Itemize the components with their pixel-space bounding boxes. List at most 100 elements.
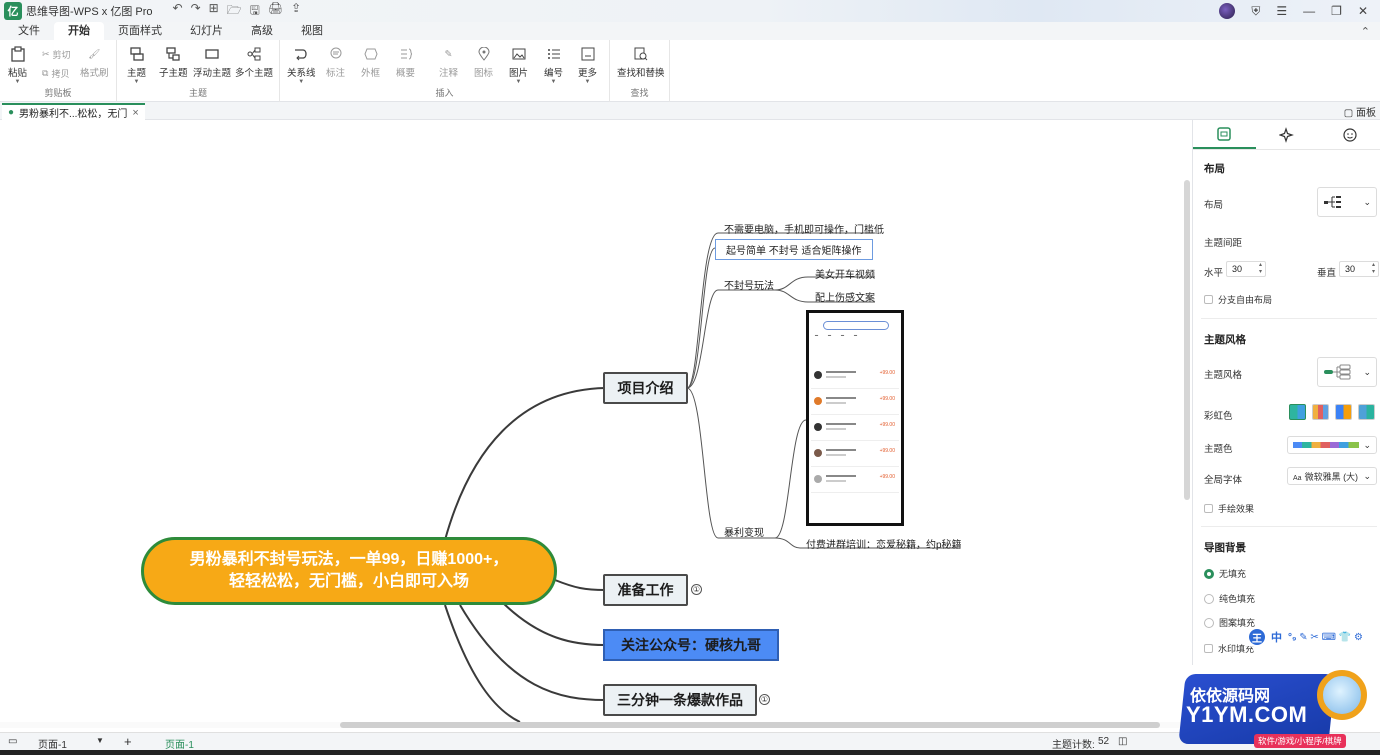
close-icon[interactable]: ✕ [1358, 4, 1368, 18]
theme-style-select[interactable]: ⌄ [1317, 357, 1377, 387]
note-button[interactable]: ✎ 注释 [439, 46, 458, 80]
boundary-button[interactable]: 外框 [361, 46, 380, 79]
ime-mode[interactable]: 中 [1271, 629, 1282, 645]
ribbon-collapse-icon[interactable]: ⌃ [1361, 25, 1370, 38]
minimize-icon[interactable]: — [1303, 4, 1315, 18]
chevron-down-icon[interactable]: ▼ [96, 736, 104, 745]
leaf-no-ban[interactable]: 不封号玩法 [724, 277, 774, 292]
document-tabs: ● 男粉暴利不...松松，无门 × ▢ 面板 [0, 102, 1380, 120]
leaf-monetize[interactable]: 暴利变现 [724, 524, 764, 539]
tab-home[interactable]: 开始 [54, 22, 104, 40]
collapse-badge[interactable]: ① [759, 694, 770, 705]
relation-button[interactable]: 关系线 ▼ [287, 46, 316, 85]
avatar[interactable] [1219, 3, 1236, 19]
leaf-easy-start[interactable]: 起号简单 不封号 适合矩阵操作 [715, 239, 873, 260]
rainbow-option-2[interactable] [1312, 404, 1329, 420]
document-tab[interactable]: ● 男粉暴利不...松松，无门 × [2, 103, 145, 120]
rainbow-option-3[interactable] [1335, 404, 1352, 420]
main-topic-button[interactable]: 主题 ▼ [127, 46, 146, 85]
mindmap-canvas[interactable]: 男粉暴利不封号玩法，一单99，日赚1000+， 轻轻松松，无门槛，小白即可入场 … [0, 120, 1192, 732]
leaf-car-video[interactable]: 美女开车视频 [815, 266, 875, 281]
open-icon[interactable]: 🗁 [227, 1, 242, 22]
rainbow-option-4[interactable] [1358, 404, 1375, 420]
chevron-down-icon: ▼ [133, 79, 140, 85]
floating-topic-button[interactable]: 浮动主题 [193, 46, 231, 79]
tab-format[interactable] [1193, 120, 1256, 149]
chevron-down-icon: ▼ [14, 79, 21, 85]
restore-icon[interactable]: ❐ [1331, 4, 1342, 18]
pen-icon: ✎ [444, 48, 453, 60]
scrollbar-thumb[interactable] [340, 722, 1160, 728]
page-list-icon[interactable]: ▭ [8, 736, 17, 747]
floating-topic-icon [204, 46, 220, 62]
multi-topic-icon [246, 46, 262, 62]
panel-toggle-button[interactable]: ▢ 面板 [1344, 104, 1376, 119]
paste-button[interactable]: 粘贴 ▼ [8, 46, 27, 85]
ime-logo-icon[interactable]: 王 [1249, 629, 1265, 645]
shield-icon[interactable]: ⛨ [1251, 4, 1260, 19]
icon-button[interactable]: 图标 [474, 46, 493, 79]
topic-follow-account[interactable]: 关注公众号：硬核九哥 [603, 629, 779, 661]
vertical-spacing-input[interactable]: 30 [1339, 261, 1379, 277]
undo-icon[interactable]: ↶ [173, 1, 183, 22]
image-button[interactable]: 图片 ▼ [509, 46, 528, 85]
vertical-scrollbar[interactable] [1184, 180, 1190, 500]
tab-page-style[interactable]: 页面样式 [104, 22, 176, 40]
save-icon[interactable]: 🖫 [250, 1, 260, 22]
book-view-icon[interactable]: ◫ [1118, 736, 1127, 747]
root-topic[interactable]: 男粉暴利不封号玩法，一单99，日赚1000+， 轻轻松松，无门槛，小白即可入场 [141, 537, 557, 605]
new-icon[interactable]: ⊞ [209, 1, 219, 22]
rainbow-option-1[interactable] [1289, 404, 1306, 420]
phone-screenshot-image[interactable]: ━ ━ ━ ━ +99.00 +99.00 +99.00 +99.00 +99.00 [806, 310, 904, 526]
global-font-select[interactable]: Aa 微软雅黑 (大) ⌄ [1287, 467, 1377, 485]
bg-none-radio[interactable]: 无填充 [1204, 567, 1246, 580]
numbering-button[interactable]: 编号 ▼ [544, 46, 563, 85]
redo-icon[interactable]: ↷ [191, 1, 201, 22]
summary-button[interactable]: 概要 [396, 46, 415, 79]
quick-access-toolbar: ↶ ↷ ⊞ 🗁 🖫 🖨 ⇪ [173, 1, 302, 22]
ime-tools[interactable]: °₉ ✎ ✂ ⌨ 👕 ⚙ [1288, 632, 1363, 643]
ime-toolbar[interactable]: 王 中 °₉ ✎ ✂ ⌨ 👕 ⚙ [1245, 628, 1380, 646]
layout-select[interactable]: ⌄ [1317, 187, 1377, 217]
menu-icon[interactable]: ☰ [1276, 4, 1287, 18]
chevron-down-icon: ▼ [515, 79, 522, 85]
summary-icon [398, 46, 414, 62]
multi-topic-button[interactable]: 多个主题 [235, 46, 273, 79]
topic-preparation[interactable]: 准备工作 [603, 574, 688, 606]
tab-slides[interactable]: 幻灯片 [176, 22, 237, 40]
copy-button[interactable]: ⧉ 拷贝 [42, 67, 69, 80]
page-tab[interactable]: 页面-1 [165, 736, 194, 751]
theme-color-select[interactable]: ⌄ [1287, 436, 1377, 454]
horizontal-spacing-input[interactable]: 30 [1226, 261, 1266, 277]
more-button[interactable]: 更多 ▼ [578, 46, 597, 85]
topic-viral-works[interactable]: 三分钟一条爆款作品 [603, 684, 757, 716]
more-icon [580, 46, 596, 62]
leaf-no-computer[interactable]: 不需要电脑，手机即可操作，门槛低 [724, 221, 884, 236]
tab-file[interactable]: 文件 [4, 22, 54, 40]
callout-button[interactable]: 标注 [326, 46, 345, 79]
format-painter-button[interactable]: 🖌 格式刷 [80, 46, 109, 80]
tab-advanced[interactable]: 高级 [237, 22, 287, 40]
format-icon [1217, 126, 1232, 141]
page-select[interactable]: 页面-1 [38, 736, 67, 751]
cut-button[interactable]: ✂ 剪切 [42, 48, 71, 61]
tab-sticker[interactable] [1318, 120, 1380, 149]
leaf-sad-copy[interactable]: 配上伤感文案 [815, 289, 875, 304]
scissors-icon: ✂ [42, 49, 50, 59]
collapse-badge[interactable]: ① [691, 584, 702, 595]
layout-label: 布局 [1204, 200, 1224, 211]
sub-topic-button[interactable]: 子主题 [159, 46, 188, 79]
leaf-paid-group[interactable]: 付费进群培训：恋爱秘籍，约p秘籍 [806, 536, 962, 551]
bg-solid-radio[interactable]: 纯色填充 [1204, 592, 1255, 605]
hand-drawn-checkbox[interactable]: 手绘效果 [1204, 502, 1254, 515]
horizontal-scrollbar[interactable] [0, 722, 1192, 728]
print-icon[interactable]: 🖨 [268, 1, 283, 22]
add-page-button[interactable]: + [124, 734, 132, 749]
close-tab-icon[interactable]: × [132, 107, 138, 119]
find-replace-button[interactable]: 查找和替换 [617, 46, 665, 79]
tab-view[interactable]: 视图 [287, 22, 337, 40]
export-icon[interactable]: ⇪ [291, 1, 301, 22]
free-layout-checkbox[interactable]: 分支自由布局 [1204, 293, 1272, 306]
topic-project-intro[interactable]: 项目介绍 [603, 372, 688, 404]
tab-ai[interactable] [1256, 120, 1319, 149]
